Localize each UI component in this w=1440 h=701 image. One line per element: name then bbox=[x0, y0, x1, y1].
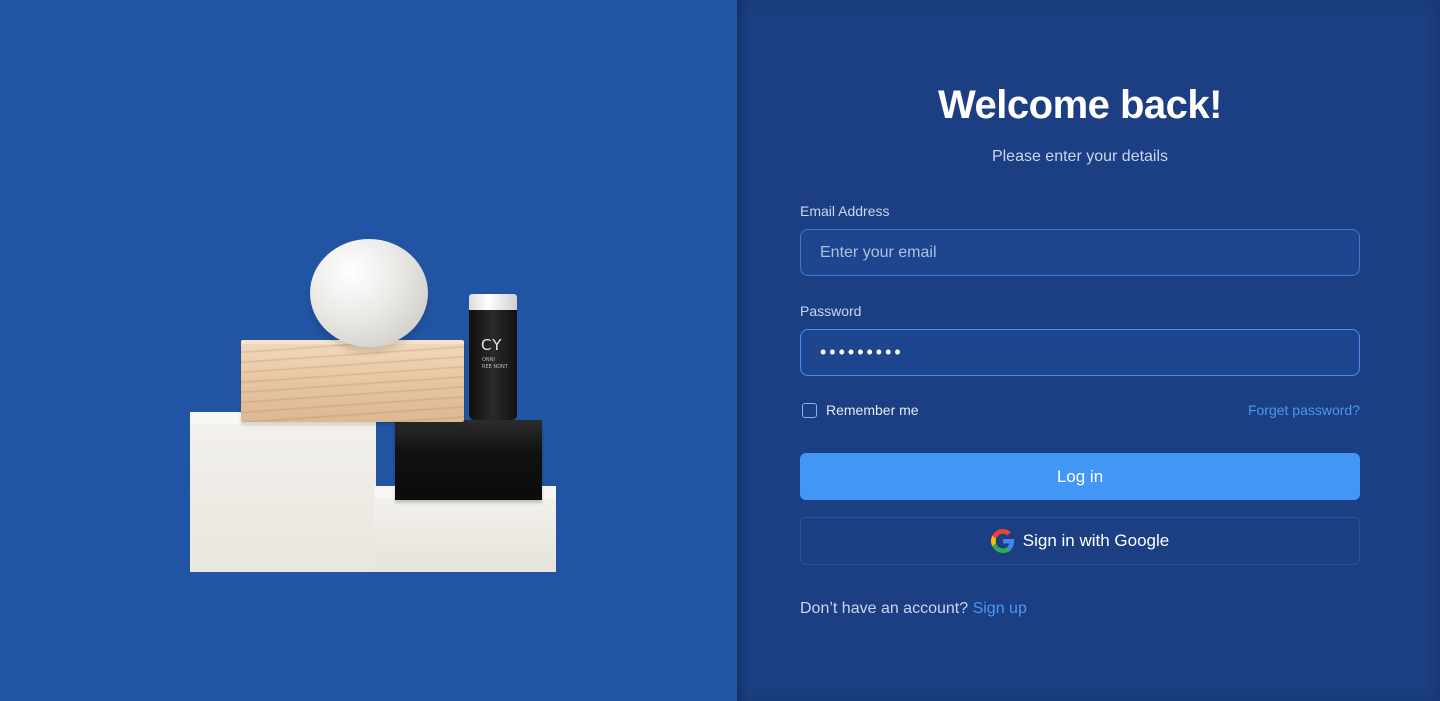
illustration-panel: CY ONNI REE NONT bbox=[0, 0, 737, 701]
white-step-block bbox=[374, 498, 556, 572]
password-label: Password bbox=[800, 303, 862, 319]
remember-me-label[interactable]: Remember me bbox=[826, 402, 919, 418]
remember-row: Remember me Forget password? bbox=[800, 400, 1360, 422]
signup-prompt: Don’t have an account? Sign up bbox=[800, 600, 1027, 618]
product-bottle: CY ONNI REE NONT bbox=[469, 310, 517, 420]
forgot-password-link[interactable]: Forget password? bbox=[1248, 402, 1360, 418]
product-illustration: CY ONNI REE NONT bbox=[180, 230, 570, 580]
bottle-label-line-2: REE NONT bbox=[482, 364, 508, 370]
email-input[interactable] bbox=[800, 229, 1360, 276]
password-input[interactable] bbox=[800, 329, 1360, 376]
white-pedestal-block bbox=[190, 412, 376, 572]
bottle-logo: CY bbox=[481, 336, 503, 354]
bottle-cap bbox=[469, 294, 517, 310]
page-title: Welcome back! bbox=[938, 83, 1223, 127]
google-signin-label: Sign in with Google bbox=[1022, 531, 1170, 550]
black-box bbox=[395, 420, 542, 500]
page-subtitle: Please enter your details bbox=[991, 148, 1169, 165]
white-sphere bbox=[310, 239, 428, 347]
google-icon bbox=[990, 529, 1014, 553]
no-account-text: Don’t have an account? bbox=[800, 600, 969, 617]
bottle-label: ONNI REE NONT bbox=[482, 357, 508, 371]
wood-block bbox=[241, 344, 464, 422]
login-button[interactable]: Log in bbox=[800, 453, 1360, 500]
google-signin-button[interactable]: Sign in with Google bbox=[800, 517, 1360, 565]
email-label: Email Address bbox=[800, 203, 890, 219]
signup-link[interactable]: Sign up bbox=[973, 600, 1027, 617]
panel-divider bbox=[737, 0, 747, 701]
bottle-label-line-1: ONNI bbox=[482, 357, 495, 363]
remember-me-checkbox[interactable] bbox=[802, 403, 817, 418]
